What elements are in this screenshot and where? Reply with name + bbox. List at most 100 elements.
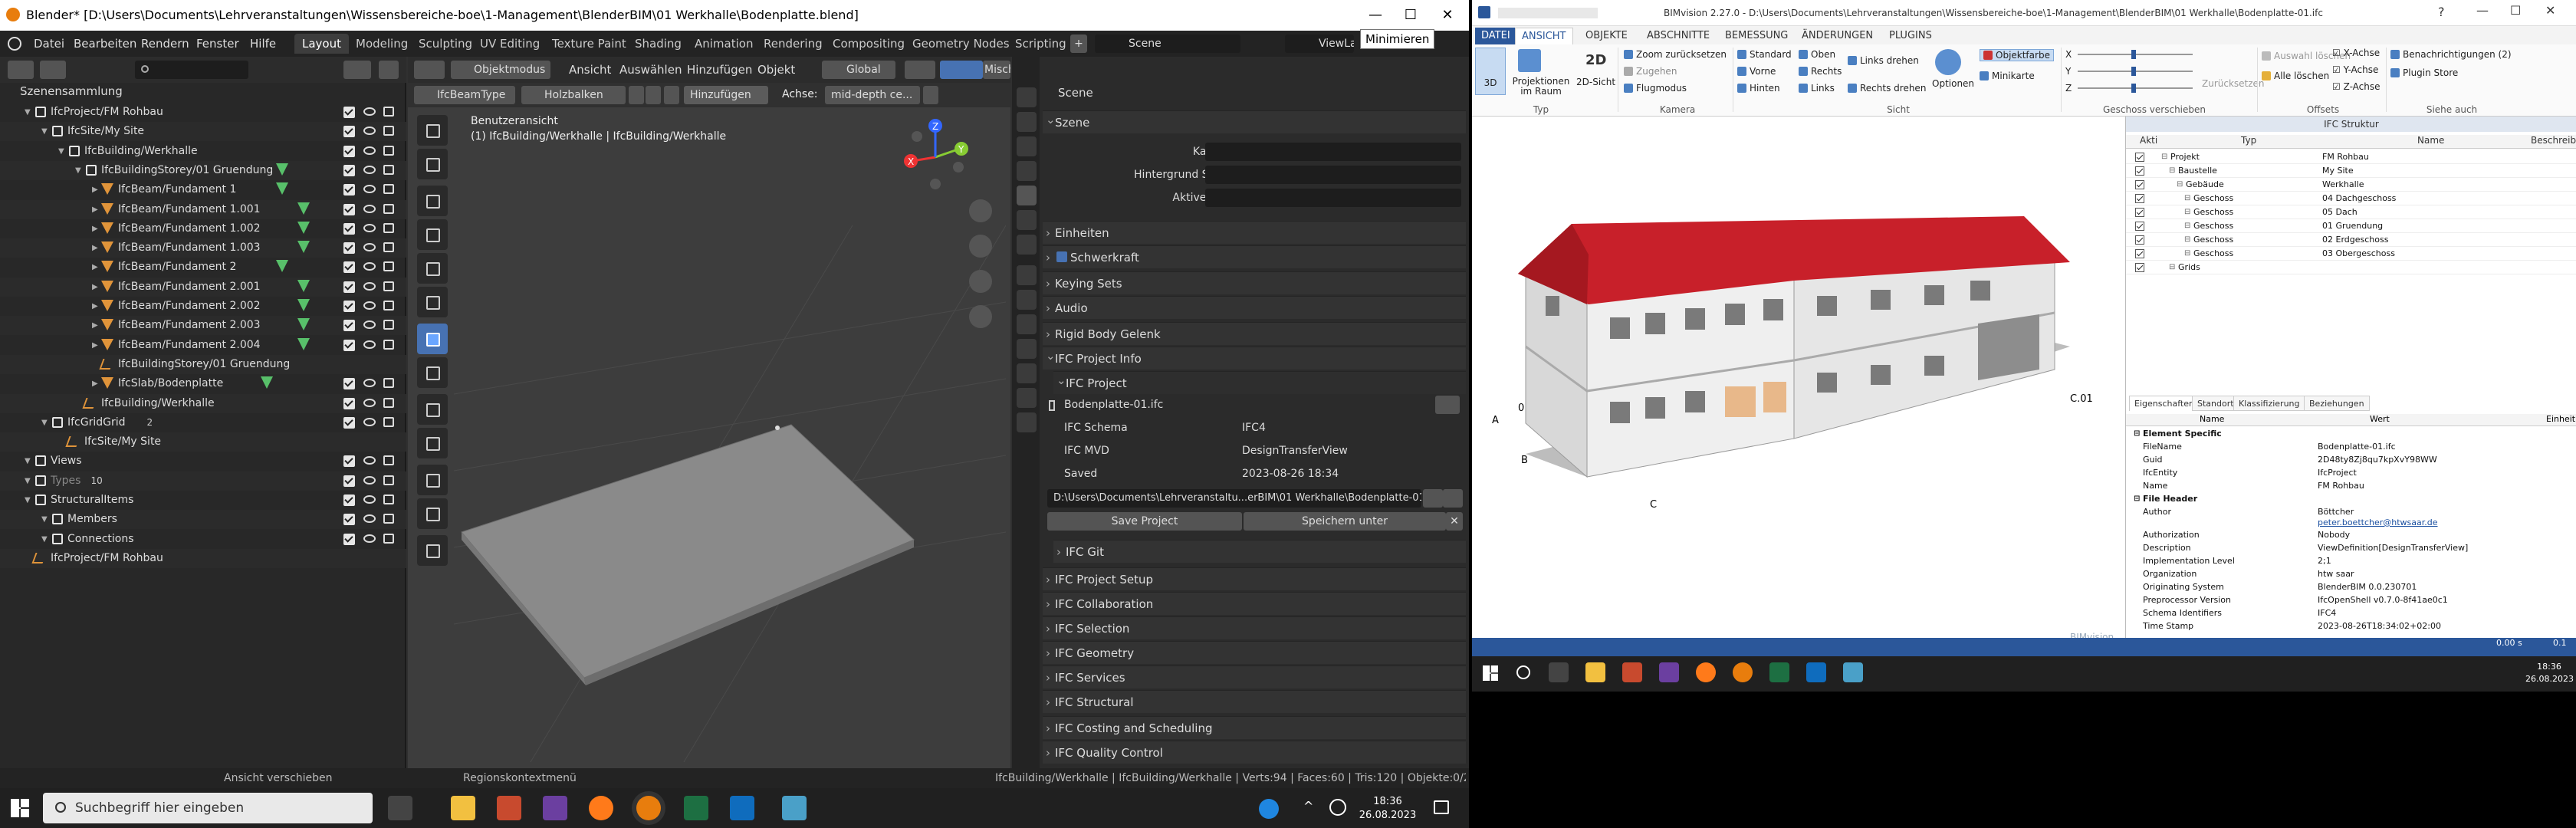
prop-row[interactable]: Preprocessor Version IfcOpenShell v0.7.0… <box>2126 594 2576 606</box>
close-project-icon[interactable]: ✕ <box>1446 512 1463 531</box>
display-mode-icon[interactable] <box>40 61 66 79</box>
render-camera-icon[interactable] <box>383 533 394 544</box>
menu-auswaehlen[interactable]: Auswählen <box>619 63 682 77</box>
include-checkbox[interactable] <box>343 378 355 390</box>
windows-start-icon[interactable] <box>11 799 29 817</box>
active-checkbox[interactable] <box>2135 180 2144 189</box>
include-checkbox[interactable] <box>343 455 355 468</box>
group-toggle-icon[interactable]: ⊟ <box>2134 493 2140 505</box>
schwerkraft-checkbox[interactable] <box>1056 251 1067 262</box>
visibility-eye-icon[interactable] <box>363 185 376 194</box>
tab-modeling[interactable]: Modeling <box>348 34 416 54</box>
add-type-button[interactable]: Hinzufügen <box>684 86 768 104</box>
clock-date[interactable]: 26.08.2023 <box>1357 810 1418 822</box>
expand-icon[interactable]: ▶ <box>92 238 98 258</box>
grid-icon[interactable] <box>629 86 644 104</box>
expand-icon[interactable]: ▶ <box>92 258 98 277</box>
visibility-eye-icon[interactable] <box>363 417 376 426</box>
outliner-row[interactable]: IfcProject/FM Rohbau <box>0 548 406 568</box>
scale-tool-icon[interactable] <box>417 253 448 284</box>
expand-icon[interactable]: ▶ <box>92 200 98 219</box>
visibility-eye-icon[interactable] <box>363 398 376 407</box>
outliner-row[interactable]: ▼ Connections <box>0 530 406 549</box>
menu-bearbeiten[interactable]: Bearbeiten <box>74 37 136 51</box>
outlook-icon[interactable] <box>730 796 754 820</box>
misch-selector[interactable]: Misch <box>983 61 1010 79</box>
blender-menu-icon[interactable] <box>8 37 21 51</box>
menu-ansicht[interactable]: Ansicht <box>569 63 611 77</box>
bim-help-icon[interactable]: ? <box>2438 5 2445 19</box>
prop-tab-standort[interactable]: Standort <box>2192 396 2239 411</box>
tab-shading[interactable]: Shading <box>627 34 689 54</box>
render-camera-icon[interactable] <box>383 203 394 214</box>
expand-icon[interactable]: ▼ <box>25 452 31 471</box>
3d-viewport[interactable]: Objektmodus Ansicht Auswählen Hinzufügen… <box>408 57 1010 768</box>
outliner-row[interactable]: ▼ IfcGridGrid 2 <box>0 413 406 432</box>
quick-access-toolbar[interactable] <box>1498 8 1598 18</box>
menu-objekt[interactable]: Objekt <box>757 63 795 77</box>
outliner-row[interactable]: ▼ IfcSite/My Site <box>0 122 406 142</box>
ribbon-alle-loeschen[interactable]: Alle löschen <box>2262 71 2329 81</box>
include-checkbox[interactable] <box>343 107 355 118</box>
material-tab-icon[interactable] <box>1017 388 1037 408</box>
field-hintergrund[interactable] <box>1205 166 1461 184</box>
author-email-link[interactable]: peter.boettcher@htwsaar.de <box>2318 517 2438 529</box>
include-checkbox[interactable] <box>343 261 355 274</box>
outlook-icon[interactable] <box>1806 662 1826 682</box>
clock-date-right[interactable]: 26.08.2023 <box>2525 673 2574 685</box>
outliner-search-input[interactable] <box>135 61 248 79</box>
app-icon-2[interactable] <box>1659 662 1679 682</box>
taskbar-search-input[interactable]: Suchbegriff hier eingeben <box>43 793 373 823</box>
section-ifc-project[interactable]: IFC Project <box>1053 369 1466 394</box>
active-checkbox[interactable] <box>2135 153 2144 162</box>
firefox-icon[interactable] <box>1696 662 1716 682</box>
visibility-eye-icon[interactable] <box>363 301 376 310</box>
prop-tab-klassifizierung[interactable]: Klassifizierung <box>2233 396 2305 411</box>
prop-row[interactable]: Authorization Nobody <box>2126 529 2576 541</box>
prop-row[interactable]: IfcEntity IfcProject <box>2126 467 2576 479</box>
include-checkbox[interactable] <box>343 281 355 293</box>
section-ifc-project-info[interactable]: IFC Project Info <box>1043 344 1466 370</box>
app-icon-1[interactable] <box>497 796 521 820</box>
ribbon-links[interactable]: Links <box>1799 83 1835 94</box>
section-ifc-selection[interactable]: IFC Selection <box>1043 616 1466 640</box>
outliner-row[interactable]: ▶ IfcBeam/Fundament 2.001 <box>0 277 406 297</box>
ribbon-zoom-reset[interactable]: Zoom zurücksetzen <box>1624 49 1727 60</box>
help-icon[interactable] <box>1259 799 1279 819</box>
excel-icon[interactable] <box>684 796 708 820</box>
tab-animation[interactable]: Animation <box>687 34 761 54</box>
app-icon-3[interactable] <box>1843 662 1863 682</box>
ribbon-2d-button[interactable]: 2D-Sicht <box>1576 77 1615 87</box>
outliner-row[interactable]: ▶ IfcBeam/Fundament 1.001 <box>0 199 406 219</box>
outliner-row[interactable]: ▶ IfcBeam/Fundament 2.002 <box>0 297 406 316</box>
render-camera-icon[interactable] <box>383 301 394 310</box>
tab-layout[interactable]: Layout <box>294 34 349 54</box>
section-einheiten[interactable]: Einheiten <box>1043 221 1466 245</box>
visibility-eye-icon[interactable] <box>363 262 376 271</box>
new-collection-icon[interactable] <box>379 61 399 79</box>
outliner-row[interactable]: ▼ IfcBuilding/Werkhalle <box>0 142 406 161</box>
zoom-icon[interactable] <box>969 199 992 222</box>
tray-chevron-icon[interactable]: ^ <box>1303 799 1313 813</box>
ribbon-rechts[interactable]: Rechts <box>1799 66 1842 77</box>
add-workspace-button[interactable]: + <box>1070 34 1087 53</box>
outliner-row[interactable]: ▶ IfcBeam/Fundament 2.003 <box>0 316 406 336</box>
clock-time[interactable]: 18:36 <box>1365 796 1411 808</box>
section-ifc-geometry[interactable]: IFC Geometry <box>1043 641 1466 665</box>
view-layer-tab-icon[interactable] <box>1017 161 1037 181</box>
render-camera-icon[interactable] <box>383 164 394 175</box>
ribbon-tab-datei[interactable]: DATEI <box>1475 28 1516 44</box>
render-tab-icon[interactable] <box>1017 112 1037 132</box>
active-checkbox[interactable] <box>2135 249 2144 258</box>
options-icon[interactable] <box>923 86 938 104</box>
render-camera-icon[interactable] <box>383 514 394 524</box>
task-view-icon[interactable] <box>388 796 412 820</box>
col-beschreibung[interactable]: Beschreibung <box>2531 135 2576 146</box>
bim-slab-tool-icon[interactable] <box>417 394 448 425</box>
visibility-eye-icon[interactable] <box>363 379 376 388</box>
prop-group-header[interactable]: ⊟ File Header <box>2126 493 2576 505</box>
data-tab-icon[interactable] <box>1017 363 1037 383</box>
network-icon[interactable] <box>1329 799 1346 816</box>
menu-hinzufuegen[interactable]: Hinzufügen <box>687 63 752 77</box>
render-camera-icon[interactable] <box>383 126 394 136</box>
